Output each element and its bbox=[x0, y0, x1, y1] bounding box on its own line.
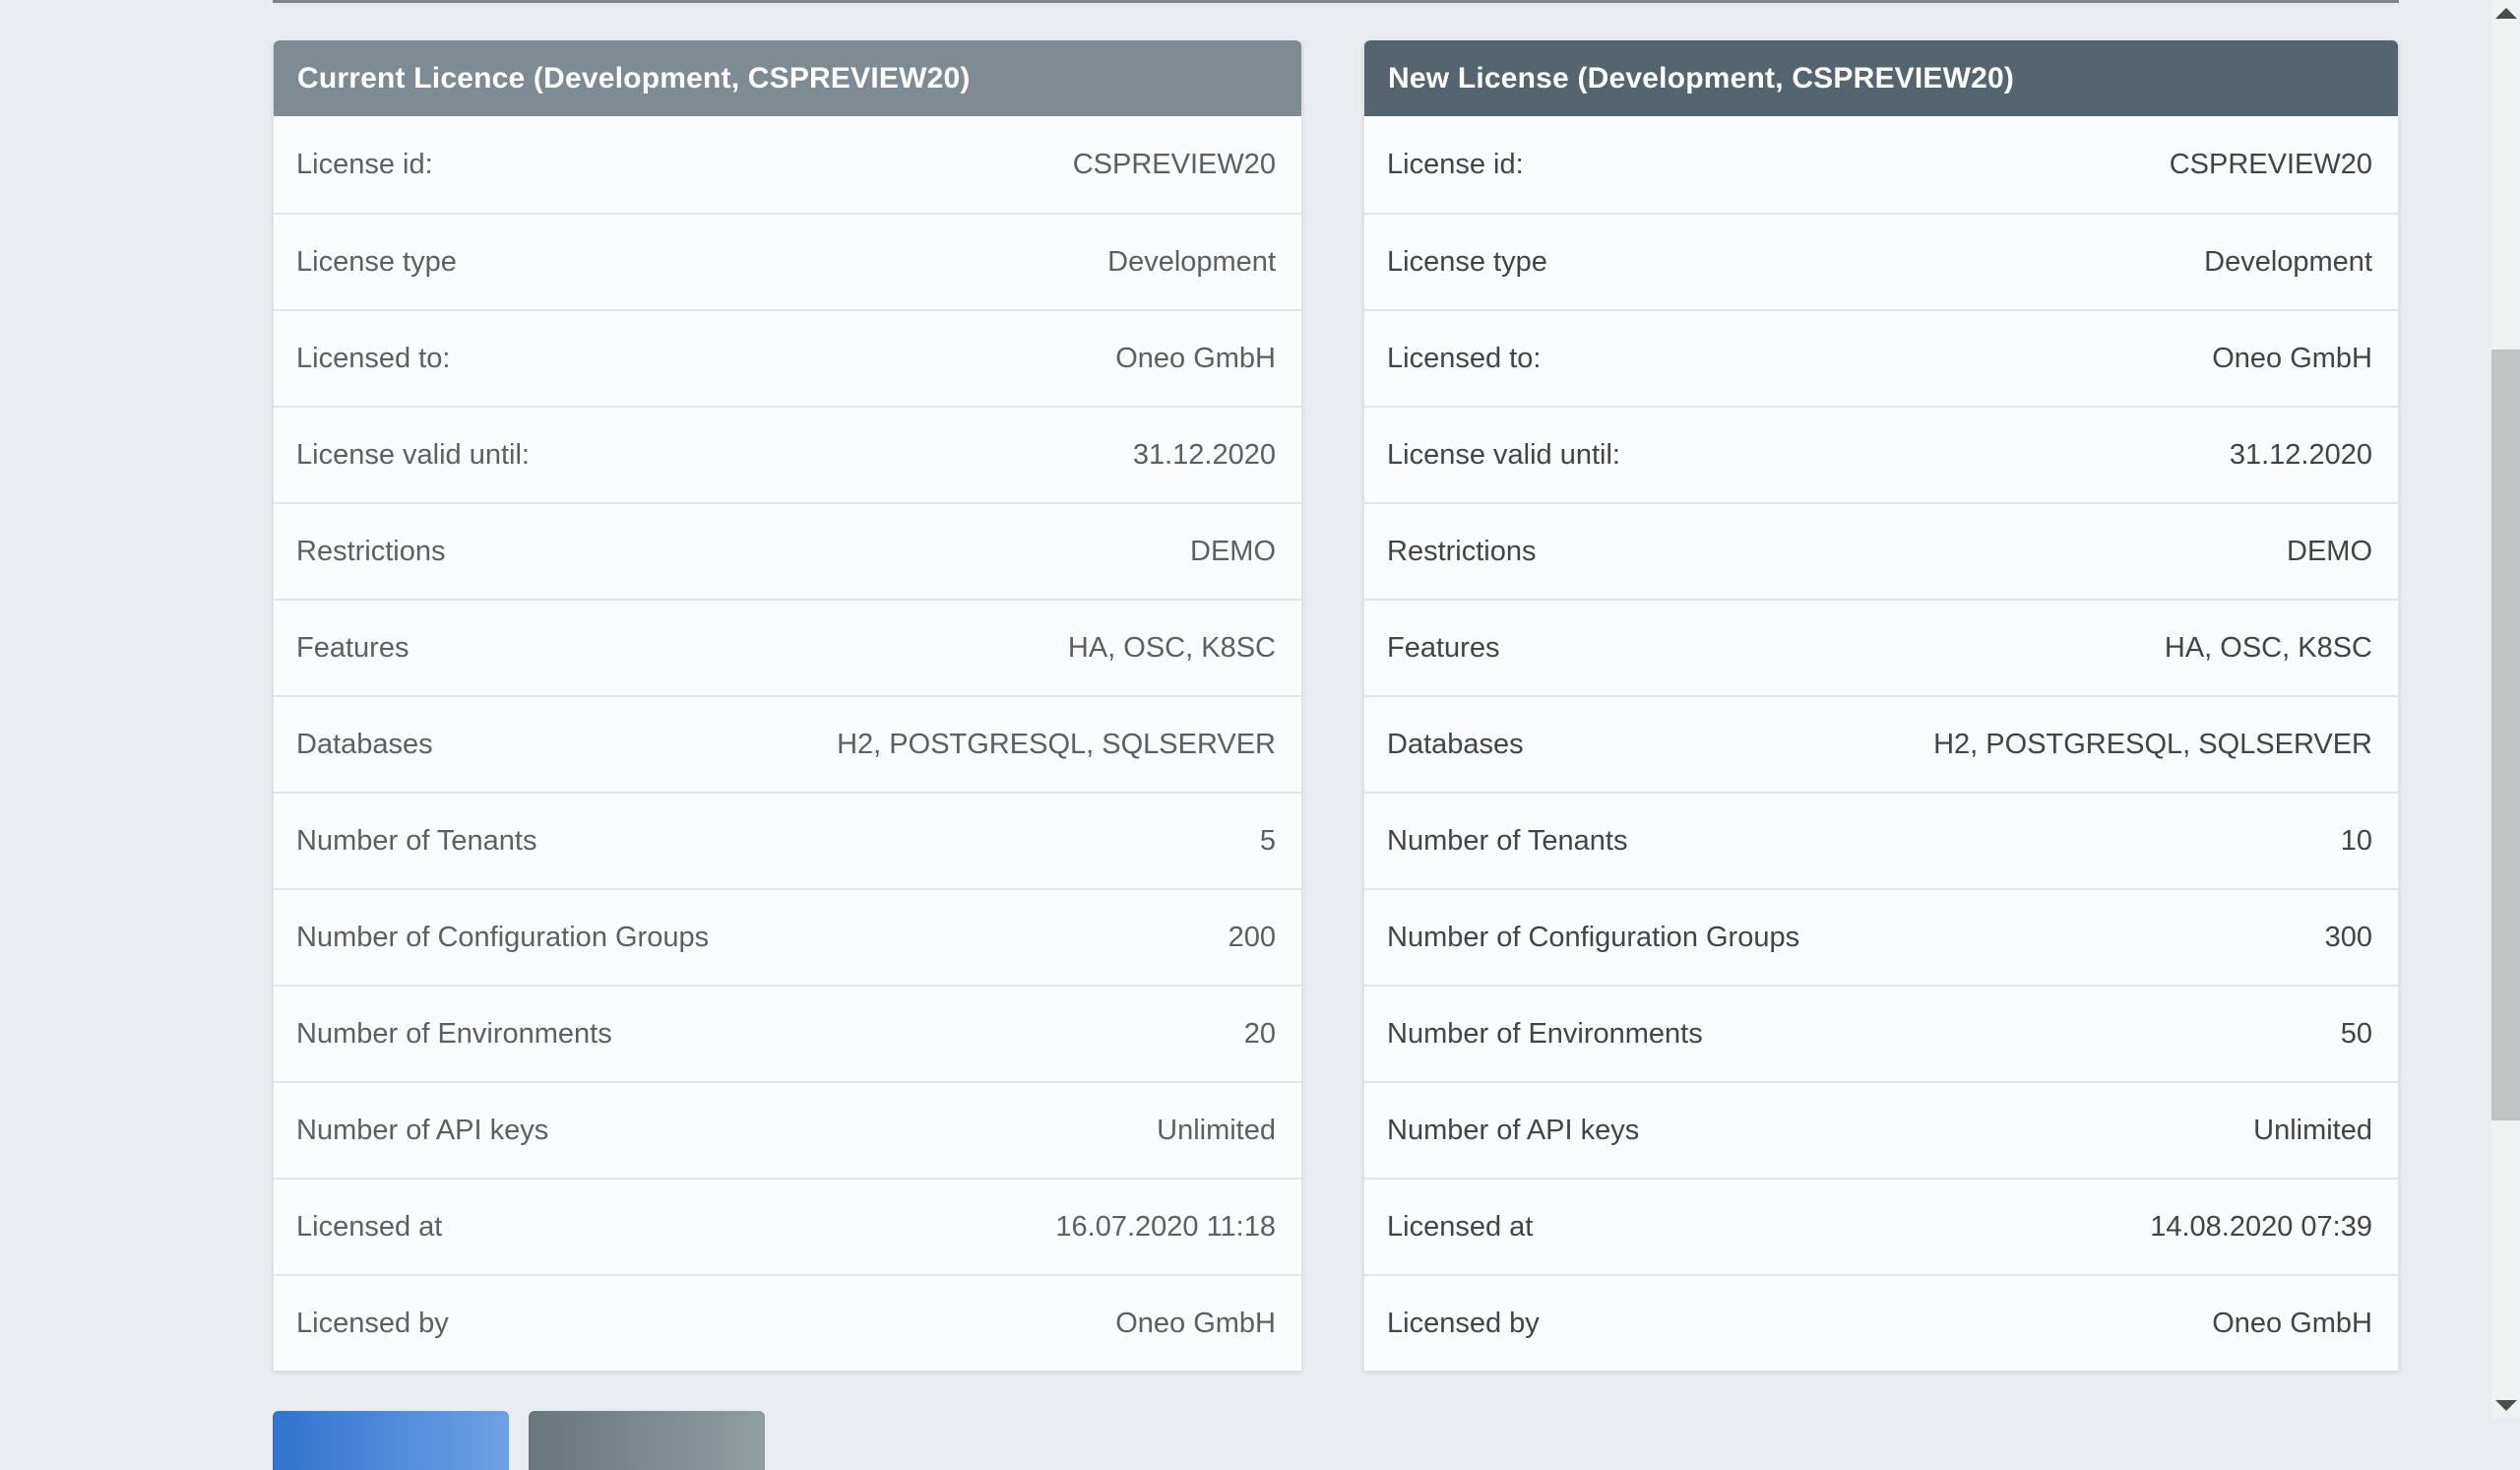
license-row: Licensed by Oneo GmbH bbox=[274, 1274, 1301, 1371]
license-row: Number of Environments 20 bbox=[274, 985, 1301, 1081]
license-row: License type Development bbox=[1364, 213, 2398, 309]
row-value: Oneo GmbH bbox=[1115, 343, 1276, 375]
row-label: License valid until: bbox=[1387, 439, 1620, 472]
row-value: H2, POSTGRESQL, SQLSERVER bbox=[837, 729, 1276, 761]
license-row: Number of Configuration Groups 300 bbox=[1364, 888, 2398, 985]
row-label: Number of Environments bbox=[1387, 1018, 1703, 1051]
license-row: License id: CSPREVIEW20 bbox=[274, 116, 1301, 213]
row-label: Number of Tenants bbox=[1387, 825, 1628, 858]
row-value: Oneo GmbH bbox=[2212, 343, 2372, 375]
row-value: 16.07.2020 11:18 bbox=[1055, 1211, 1276, 1244]
row-label: License type bbox=[1387, 246, 1547, 279]
row-value: 300 bbox=[2325, 922, 2372, 954]
row-value: 31.12.2020 bbox=[1133, 439, 1276, 472]
row-value: Development bbox=[2204, 246, 2372, 279]
license-row: Number of API keys Unlimited bbox=[274, 1081, 1301, 1178]
scroll-up-icon[interactable] bbox=[2495, 8, 2517, 19]
row-value: HA, OSC, K8SC bbox=[2165, 632, 2372, 665]
new-license-table: License id: CSPREVIEW20 License type Develo… bbox=[1364, 116, 2398, 1371]
row-value: 14.08.2020 07:39 bbox=[2150, 1211, 2372, 1244]
row-value: CSPREVIEW20 bbox=[1073, 149, 1276, 181]
license-row: Features HA, OSC, K8SC bbox=[274, 599, 1301, 695]
license-row: Number of API keys Unlimited bbox=[1364, 1081, 2398, 1178]
row-value: CSPREVIEW20 bbox=[2170, 149, 2372, 181]
license-row: Databases H2, POSTGRESQL, SQLSERVER bbox=[274, 695, 1301, 792]
license-row: Restrictions DEMO bbox=[274, 502, 1301, 599]
row-label: Number of API keys bbox=[1387, 1115, 1639, 1147]
license-row: License valid until: 31.12.2020 bbox=[1364, 406, 2398, 502]
scroll-down-icon[interactable] bbox=[2495, 1400, 2517, 1411]
row-label: Databases bbox=[1387, 729, 1524, 761]
current-license-title: Current Licence (Development, CSPREVIEW2… bbox=[297, 62, 971, 96]
license-row: License valid until: 31.12.2020 bbox=[274, 406, 1301, 502]
row-label: License type bbox=[296, 246, 457, 279]
row-label: Number of Configuration Groups bbox=[296, 922, 709, 954]
row-label: License id: bbox=[296, 149, 433, 181]
new-license-header: New License (Development, CSPREVIEW20) bbox=[1364, 40, 2398, 116]
license-row: Number of Environments 50 bbox=[1364, 985, 2398, 1081]
license-row: Number of Configuration Groups 200 bbox=[274, 888, 1301, 985]
row-label: License id: bbox=[1387, 149, 1524, 181]
vertical-scrollbar[interactable] bbox=[2491, 0, 2520, 1418]
row-label: Licensed to: bbox=[296, 343, 450, 375]
new-license-title: New License (Development, CSPREVIEW20) bbox=[1388, 62, 2014, 96]
row-label: License valid until: bbox=[296, 439, 530, 472]
row-value: 5 bbox=[1260, 825, 1276, 858]
row-label: Number of Tenants bbox=[296, 825, 537, 858]
row-value: 200 bbox=[1228, 922, 1276, 954]
row-label: Licensed to: bbox=[1387, 343, 1541, 375]
new-license-panel: New License (Development, CSPREVIEW20) L… bbox=[1363, 40, 2399, 1372]
license-row: License id: CSPREVIEW20 bbox=[1364, 116, 2398, 213]
secondary-action-button[interactable] bbox=[529, 1411, 765, 1470]
row-value: Development bbox=[1107, 246, 1276, 279]
row-label: Licensed by bbox=[296, 1308, 449, 1340]
row-label: Licensed at bbox=[1387, 1211, 1533, 1244]
license-row: Licensed by Oneo GmbH bbox=[1364, 1274, 2398, 1371]
row-label: Restrictions bbox=[296, 536, 446, 568]
row-label: Features bbox=[1387, 632, 1499, 665]
row-value: Unlimited bbox=[1157, 1115, 1276, 1147]
row-value: Unlimited bbox=[2253, 1115, 2372, 1147]
row-value: 20 bbox=[1244, 1018, 1276, 1051]
row-label: Number of API keys bbox=[296, 1115, 548, 1147]
license-row: Licensed to: Oneo GmbH bbox=[274, 309, 1301, 406]
row-label: Restrictions bbox=[1387, 536, 1537, 568]
row-value: Oneo GmbH bbox=[2212, 1308, 2372, 1340]
top-divider bbox=[273, 0, 2399, 3]
primary-action-button[interactable] bbox=[273, 1411, 509, 1470]
license-row: License type Development bbox=[274, 213, 1301, 309]
row-label: Features bbox=[296, 632, 409, 665]
current-license-table: License id: CSPREVIEW20 License type Develo… bbox=[274, 116, 1301, 1371]
current-license-panel: Current Licence (Development, CSPREVIEW2… bbox=[273, 40, 1302, 1372]
license-row: Licensed at 16.07.2020 11:18 bbox=[274, 1178, 1301, 1274]
row-label: Databases bbox=[296, 729, 433, 761]
row-value: 10 bbox=[2341, 825, 2372, 858]
license-row: Licensed at 14.08.2020 07:39 bbox=[1364, 1178, 2398, 1274]
row-value: 50 bbox=[2341, 1018, 2372, 1051]
action-button-row bbox=[273, 1411, 765, 1470]
row-value: Oneo GmbH bbox=[1115, 1308, 1276, 1340]
license-row: Number of Tenants 5 bbox=[274, 792, 1301, 888]
row-value: 31.12.2020 bbox=[2230, 439, 2372, 472]
row-label: Number of Environments bbox=[296, 1018, 612, 1051]
license-row: Databases H2, POSTGRESQL, SQLSERVER bbox=[1364, 695, 2398, 792]
license-row: Number of Tenants 10 bbox=[1364, 792, 2398, 888]
license-row: Licensed to: Oneo GmbH bbox=[1364, 309, 2398, 406]
current-license-header: Current Licence (Development, CSPREVIEW2… bbox=[274, 40, 1301, 116]
row-value: DEMO bbox=[1190, 536, 1276, 568]
scrollbar-thumb[interactable] bbox=[2491, 350, 2520, 1120]
row-label: Licensed at bbox=[296, 1211, 442, 1244]
license-row: Restrictions DEMO bbox=[1364, 502, 2398, 599]
row-value: DEMO bbox=[2287, 536, 2372, 568]
row-value: HA, OSC, K8SC bbox=[1068, 632, 1276, 665]
row-value: H2, POSTGRESQL, SQLSERVER bbox=[1933, 729, 2372, 761]
row-label: Number of Configuration Groups bbox=[1387, 922, 1799, 954]
license-row: Features HA, OSC, K8SC bbox=[1364, 599, 2398, 695]
row-label: Licensed by bbox=[1387, 1308, 1540, 1340]
